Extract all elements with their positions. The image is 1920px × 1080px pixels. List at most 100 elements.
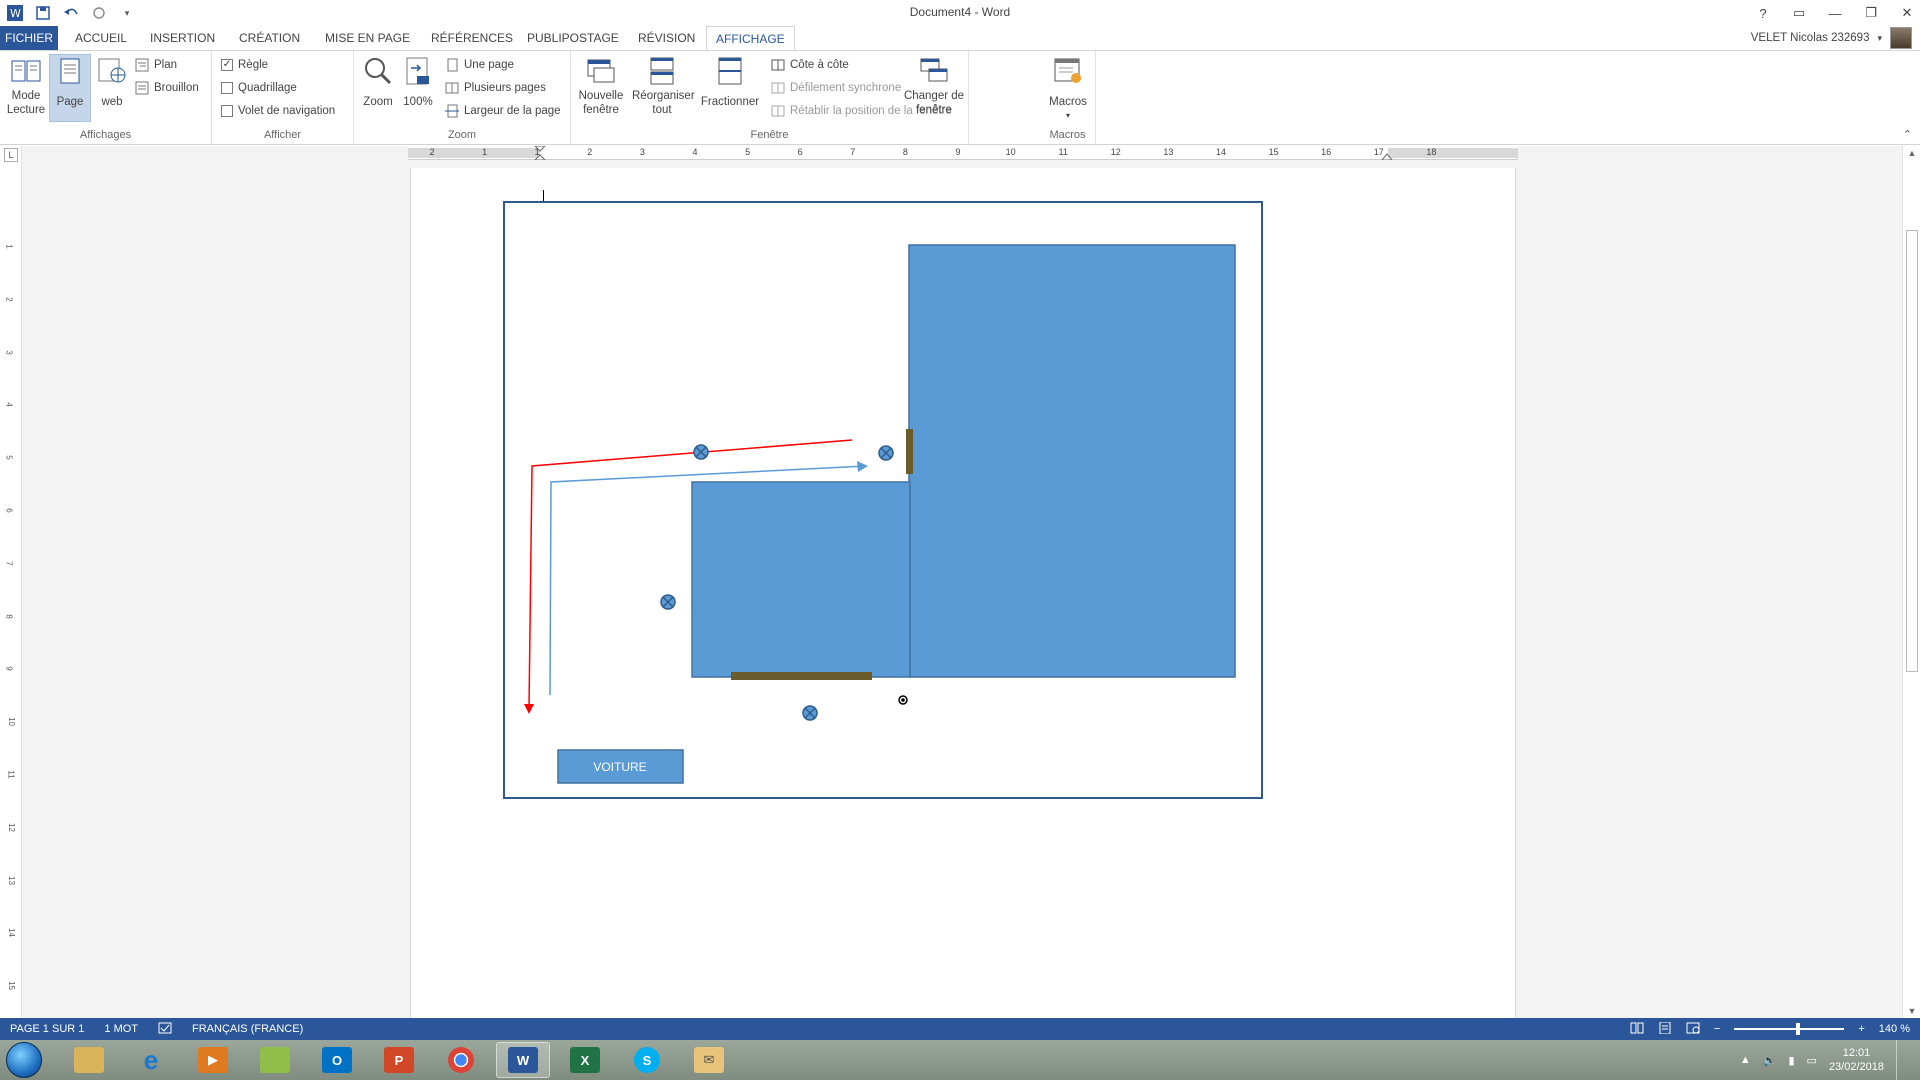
- tab-creation[interactable]: CRÉATION: [230, 26, 309, 50]
- ribbon-display-button[interactable]: ▭: [1792, 5, 1806, 21]
- tab-mise-en-page[interactable]: MISE EN PAGE: [316, 26, 419, 50]
- tab-revision[interactable]: RÉVISION: [629, 26, 704, 50]
- restore-button[interactable]: ❐: [1864, 5, 1878, 21]
- brouillon-button[interactable]: Brouillon: [135, 78, 199, 98]
- regle-check-icon: ✓: [221, 59, 233, 71]
- read-mode-view-icon[interactable]: [1630, 1022, 1644, 1037]
- room-large[interactable]: [908, 244, 1236, 678]
- taskbar-excel[interactable]: X: [558, 1042, 612, 1078]
- right-indent-marker-icon[interactable]: [1381, 150, 1393, 160]
- collapse-ribbon-icon[interactable]: ⌃: [1903, 128, 1912, 141]
- explorer-icon: [74, 1047, 104, 1073]
- language[interactable]: FRANÇAIS (FRANCE): [192, 1023, 303, 1035]
- fixture-icon[interactable]: [693, 444, 709, 460]
- drawing-canvas[interactable]: VOITURE: [411, 168, 1517, 1018]
- network-icon[interactable]: ▭: [1807, 1054, 1817, 1067]
- fixture-icon[interactable]: [802, 705, 818, 721]
- plan-button[interactable]: Plan: [135, 55, 177, 75]
- fixture-icon[interactable]: [878, 445, 894, 461]
- tray-expand-icon[interactable]: ▲: [1740, 1054, 1751, 1066]
- reorganiser-tout-button[interactable]: Réorganiser tout: [629, 55, 695, 117]
- fixture-icon[interactable]: [660, 594, 676, 610]
- changer-fenetre-button[interactable]: Changer de fenêtre: [899, 55, 969, 117]
- zoom-level[interactable]: 140 %: [1879, 1023, 1910, 1035]
- macros-label: Macros: [1049, 96, 1087, 108]
- zoom-button[interactable]: Zoom: [360, 55, 396, 109]
- tab-references[interactable]: RÉFÉRENCES: [422, 26, 522, 50]
- ruler-tick-label: 18: [1426, 147, 1437, 157]
- tab-selector[interactable]: L: [4, 148, 18, 162]
- tab-fichier[interactable]: FICHIER: [0, 26, 58, 50]
- title-bar: W ▾ Document4 - Word ? ▭ — ❐ ✕: [0, 0, 1920, 26]
- power-icon[interactable]: ▮: [1788, 1054, 1794, 1067]
- taskbar-skype[interactable]: S: [620, 1042, 674, 1078]
- user-account[interactable]: VELET Nicolas 232693 ▾: [1751, 26, 1912, 50]
- web-view-button[interactable]: web: [94, 55, 130, 109]
- regle-checkbox[interactable]: ✓ Règle: [221, 55, 268, 75]
- user-dropdown-icon[interactable]: ▾: [1877, 33, 1882, 44]
- show-desktop-button[interactable]: [1896, 1040, 1906, 1080]
- nouvelle-fenetre-button[interactable]: Nouvelle fenêtre: [577, 55, 625, 117]
- volume-icon[interactable]: 🔈: [1763, 1054, 1777, 1067]
- horizontal-ruler[interactable]: 2 1 1 2 3 4 5 6 7 8 9 10 11 12 13 14 15 16 17 18: [408, 146, 1518, 160]
- indent-marker-icon[interactable]: [534, 146, 546, 160]
- clock[interactable]: 12:01 23/02/2018: [1829, 1046, 1884, 1074]
- ruler-tick-label: 1: [4, 244, 14, 249]
- minimize-button[interactable]: —: [1828, 6, 1842, 21]
- door-horizontal[interactable]: [731, 672, 872, 680]
- print-layout-view-icon[interactable]: [1658, 1021, 1672, 1037]
- taskbar-word[interactable]: W: [496, 1042, 550, 1078]
- taskbar-mail[interactable]: ✉: [682, 1042, 736, 1078]
- taskbar-powerpoint[interactable]: P: [372, 1042, 426, 1078]
- une-page-button[interactable]: Une page: [445, 55, 514, 75]
- excel-icon: X: [570, 1047, 600, 1073]
- quadrillage-checkbox[interactable]: Quadrillage: [221, 78, 297, 98]
- largeur-page-button[interactable]: Largeur de la page: [445, 101, 561, 121]
- zoom-in-icon[interactable]: +: [1858, 1023, 1864, 1035]
- mail-icon: ✉: [694, 1047, 724, 1073]
- avatar[interactable]: [1890, 27, 1912, 49]
- help-button[interactable]: ?: [1756, 6, 1770, 21]
- group-afficher: ✓ Règle Quadrillage Volet de navigation …: [212, 51, 354, 144]
- proofing-icon[interactable]: [158, 1022, 172, 1037]
- word-count[interactable]: 1 MOT: [104, 1023, 138, 1035]
- plan-label: Plan: [154, 59, 178, 71]
- plusieurs-pages-button[interactable]: Plusieurs pages: [445, 78, 546, 98]
- taskbar-chrome[interactable]: [434, 1042, 488, 1078]
- page-view-icon: [54, 55, 86, 87]
- tab-accueil[interactable]: ACCUEIL: [66, 26, 136, 50]
- tab-insertion[interactable]: INSERTION: [141, 26, 224, 50]
- taskbar-outlook[interactable]: O: [310, 1042, 364, 1078]
- page-count[interactable]: PAGE 1 SUR 1: [10, 1023, 84, 1035]
- zoom-out-icon[interactable]: −: [1714, 1023, 1720, 1035]
- start-button[interactable]: [6, 1042, 42, 1078]
- taskbar-media[interactable]: ▶: [186, 1042, 240, 1078]
- document-page[interactable]: VOITURE: [410, 168, 1516, 1018]
- page-view-button[interactable]: Page: [49, 54, 91, 122]
- ruler-tick-label: 8: [4, 613, 14, 619]
- defilement-synchrone-button[interactable]: Défilement synchrone: [771, 78, 901, 98]
- ruler-tick-label: 13: [6, 875, 16, 885]
- zoom-100-button[interactable]: 100%: [401, 55, 435, 109]
- door-vertical[interactable]: [906, 429, 913, 474]
- scroll-up-icon[interactable]: ▲: [1906, 148, 1918, 158]
- zoom-slider[interactable]: [1734, 1023, 1845, 1035]
- taskbar-folder[interactable]: [248, 1042, 302, 1078]
- scrollbar-thumb[interactable]: [1906, 230, 1918, 672]
- macros-button[interactable]: Macros ▾: [1048, 55, 1088, 123]
- outline-icon: [135, 58, 149, 72]
- tab-publipostage[interactable]: PUBLIPOSTAGE: [518, 26, 628, 50]
- zoom-slider-knob[interactable]: [1796, 1023, 1801, 1035]
- mode-lecture-button[interactable]: Mode Lecture: [4, 55, 48, 117]
- scroll-down-icon[interactable]: ▼: [1906, 1006, 1918, 1016]
- room-small[interactable]: [691, 481, 911, 678]
- web-layout-view-icon[interactable]: [1686, 1022, 1700, 1037]
- taskbar-explorer[interactable]: [62, 1042, 116, 1078]
- cote-a-cote-button[interactable]: Côte à côte: [771, 55, 849, 75]
- close-button[interactable]: ✕: [1900, 5, 1914, 21]
- volet-navigation-checkbox[interactable]: Volet de navigation: [221, 101, 335, 121]
- tab-affichage[interactable]: AFFICHAGE: [706, 26, 795, 50]
- fractionner-button[interactable]: Fractionner: [695, 55, 765, 109]
- taskbar-ie[interactable]: e: [124, 1042, 178, 1078]
- vertical-scrollbar[interactable]: ▲ ▼: [1902, 146, 1920, 1018]
